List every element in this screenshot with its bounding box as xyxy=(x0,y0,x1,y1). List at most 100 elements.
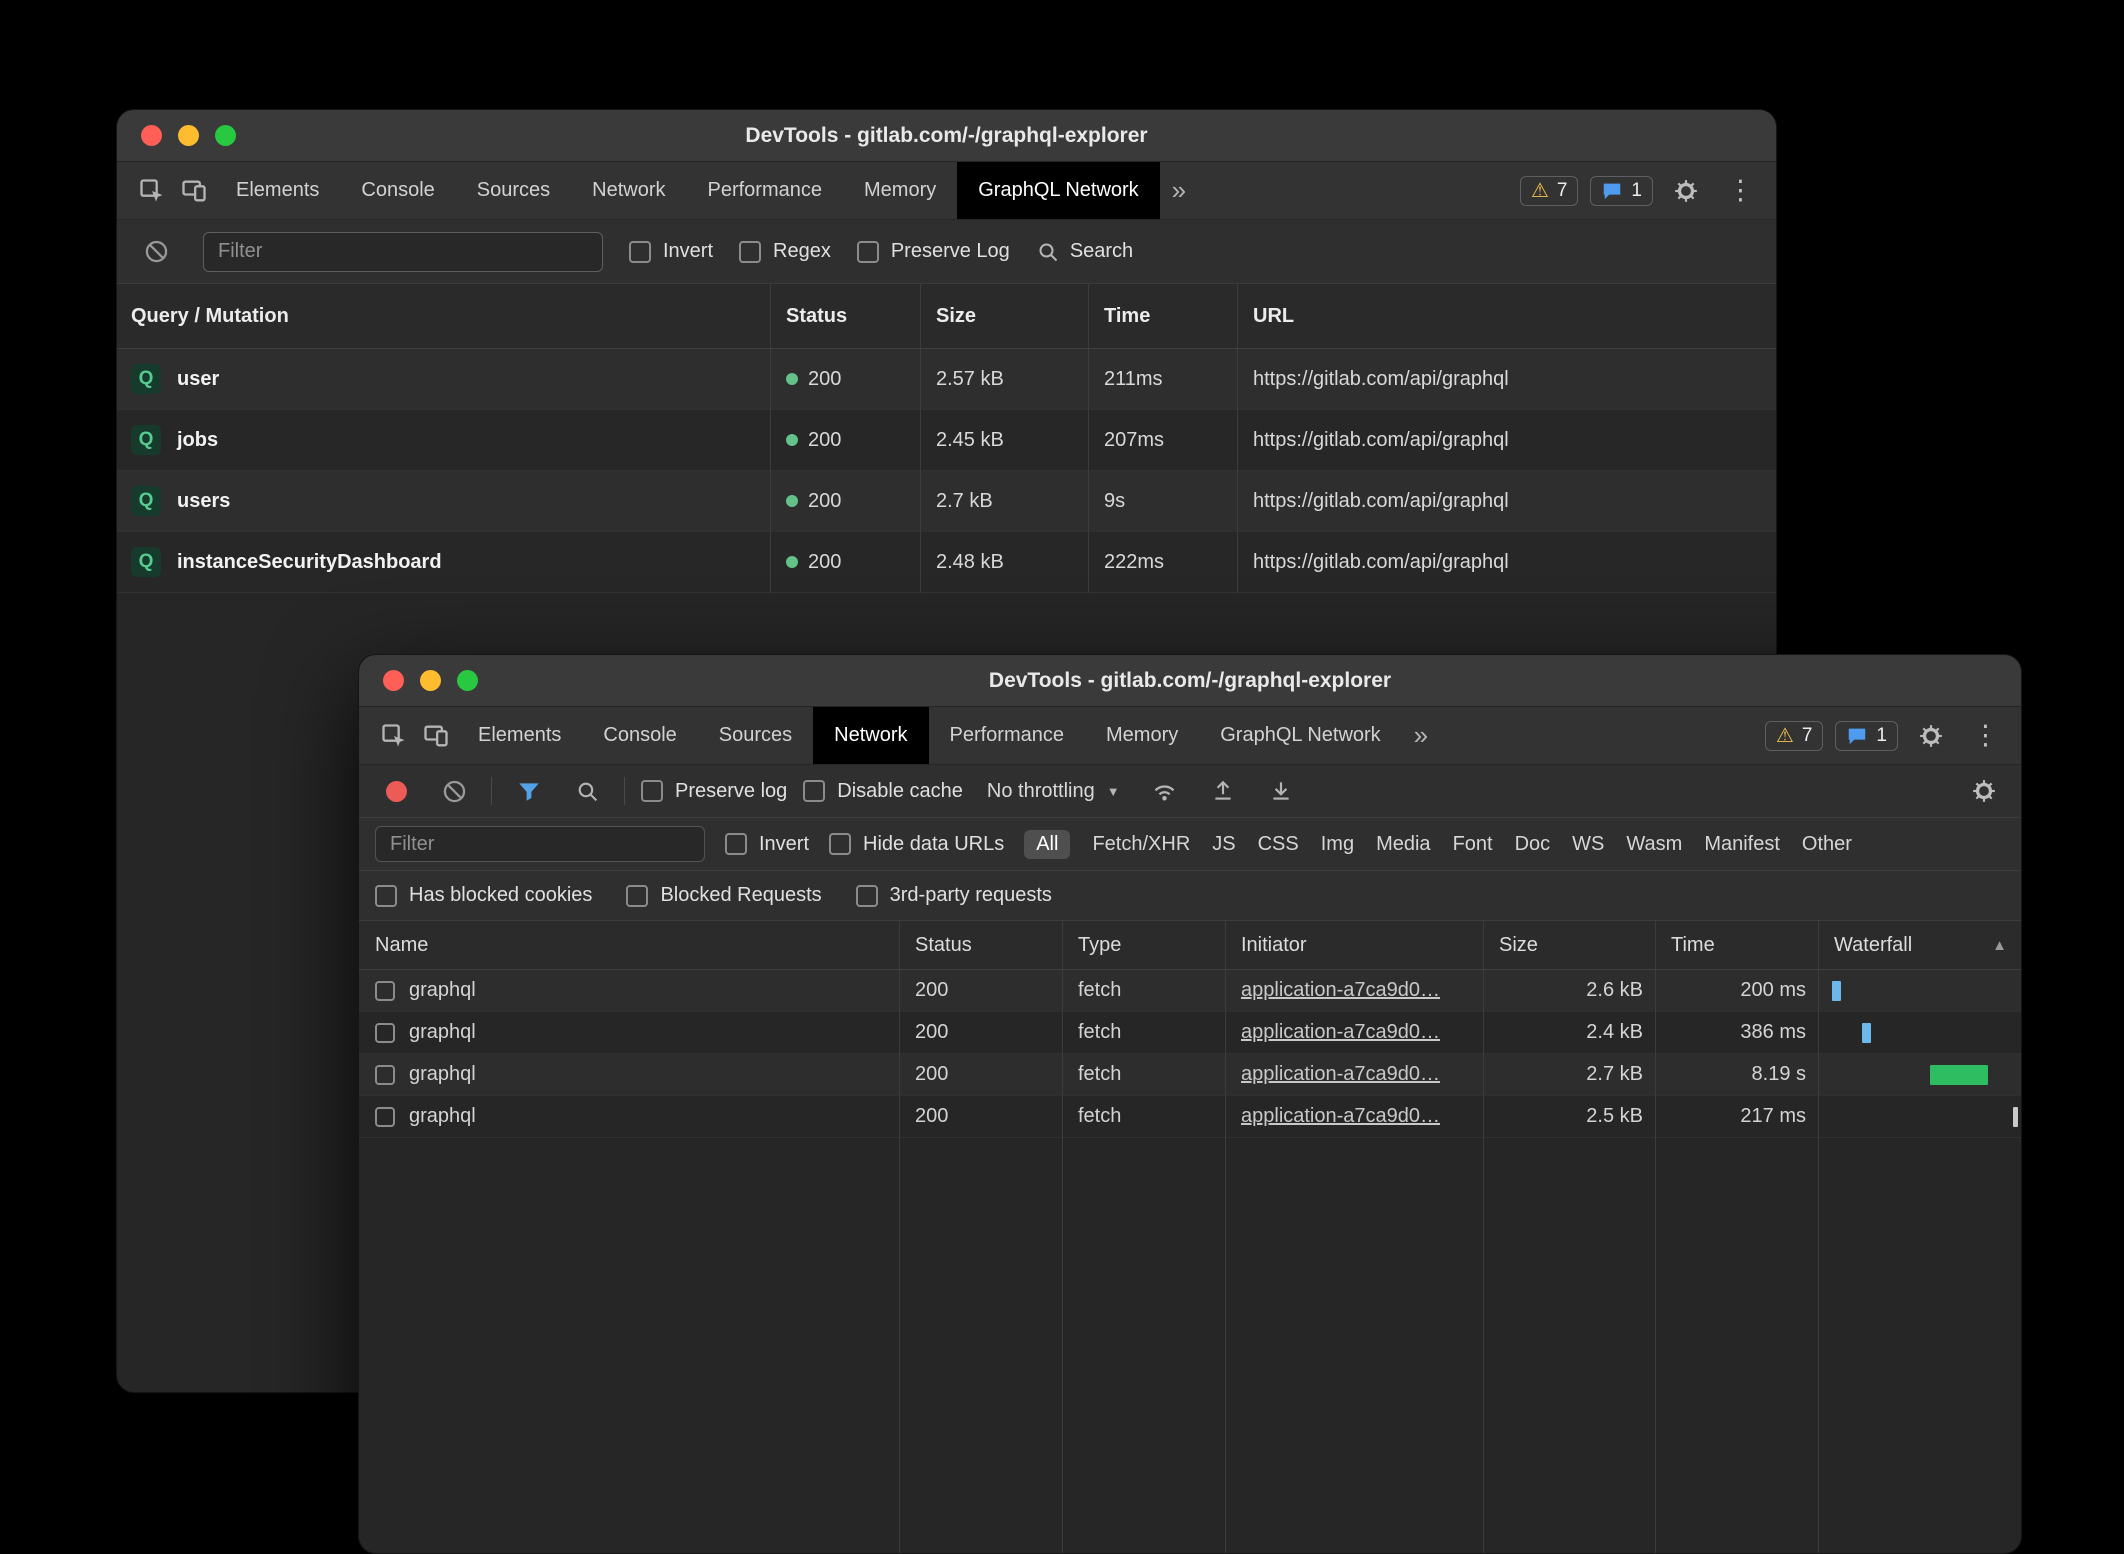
more-tabs-icon[interactable]: » xyxy=(1160,175,1198,206)
table-row[interactable]: graphql 200 fetch application-a7ca9d0… 2… xyxy=(359,1096,2021,1138)
col-time[interactable]: Time xyxy=(1655,934,1818,957)
row-checkbox[interactable] xyxy=(375,1107,395,1127)
title-bar[interactable]: DevTools - gitlab.com/-/graphql-explorer xyxy=(359,655,2021,707)
filter-chip-fetch-xhr[interactable]: Fetch/XHR xyxy=(1092,833,1190,856)
col-name[interactable]: Name xyxy=(359,934,899,957)
tab-performance[interactable]: Performance xyxy=(929,707,1086,764)
hide-data-urls-checkbox[interactable]: Hide data URLs xyxy=(829,833,1004,856)
filter-chip-img[interactable]: Img xyxy=(1321,833,1354,856)
throttling-select[interactable]: No throttling ▼ xyxy=(979,780,1128,803)
col-status[interactable]: Status xyxy=(770,305,920,328)
title-bar[interactable]: DevTools - gitlab.com/-/graphql-explorer xyxy=(117,110,1776,162)
table-row[interactable]: Q users 200 2.7 kB 9s https://gitlab.com… xyxy=(117,471,1776,532)
tab-performance[interactable]: Performance xyxy=(687,162,844,219)
blocked-cookies-checkbox[interactable]: Has blocked cookies xyxy=(375,884,592,907)
device-toolbar-icon[interactable] xyxy=(173,170,215,212)
initiator-link[interactable]: application-a7ca9d0… xyxy=(1241,1105,1440,1127)
filter-input[interactable] xyxy=(203,232,603,272)
invert-checkbox[interactable]: Invert xyxy=(629,240,713,263)
table-row[interactable]: Q jobs 200 2.45 kB 207ms https://gitlab.… xyxy=(117,410,1776,471)
zoom-button[interactable] xyxy=(215,125,236,146)
filter-input[interactable] xyxy=(375,826,705,862)
initiator-link[interactable]: application-a7ca9d0… xyxy=(1241,1021,1440,1043)
table-row[interactable]: graphql 200 fetch application-a7ca9d0… 2… xyxy=(359,1012,2021,1054)
tab-network[interactable]: Network xyxy=(571,162,686,219)
minimize-button[interactable] xyxy=(420,670,441,691)
tab-elements[interactable]: Elements xyxy=(215,162,340,219)
tab-console[interactable]: Console xyxy=(340,162,455,219)
filter-chip-js[interactable]: JS xyxy=(1212,833,1235,856)
tab-memory[interactable]: Memory xyxy=(1085,707,1199,764)
device-toolbar-icon[interactable] xyxy=(415,715,457,757)
row-checkbox[interactable] xyxy=(375,1065,395,1085)
network-conditions-icon[interactable] xyxy=(1144,770,1186,812)
table-row[interactable]: Q user 200 2.57 kB 211ms https://gitlab.… xyxy=(117,349,1776,410)
initiator-link[interactable]: application-a7ca9d0… xyxy=(1241,1063,1440,1085)
minimize-button[interactable] xyxy=(178,125,199,146)
regex-checkbox[interactable]: Regex xyxy=(739,240,831,263)
filter-chip-ws[interactable]: WS xyxy=(1572,833,1604,856)
table-row[interactable]: graphql 200 fetch application-a7ca9d0… 2… xyxy=(359,1054,2021,1096)
tab-sources[interactable]: Sources xyxy=(456,162,571,219)
filter-chip-other[interactable]: Other xyxy=(1802,833,1852,856)
blocked-requests-checkbox[interactable]: Blocked Requests xyxy=(626,884,821,907)
col-url[interactable]: URL xyxy=(1237,305,1776,328)
search-toggle[interactable]: Search xyxy=(1036,240,1133,264)
filter-funnel-icon[interactable] xyxy=(508,770,550,812)
preserve-log-checkbox[interactable]: Preserve log xyxy=(641,780,787,803)
third-party-requests-checkbox[interactable]: 3rd-party requests xyxy=(856,884,1052,907)
filter-chip-wasm[interactable]: Wasm xyxy=(1626,833,1682,856)
zoom-button[interactable] xyxy=(457,670,478,691)
tab-memory[interactable]: Memory xyxy=(843,162,957,219)
import-har-icon[interactable] xyxy=(1202,770,1244,812)
col-status[interactable]: Status xyxy=(899,934,1062,957)
more-tabs-icon[interactable]: » xyxy=(1402,720,1440,751)
issues-badge[interactable]: 1 xyxy=(1835,721,1898,751)
col-time[interactable]: Time xyxy=(1088,305,1237,328)
filter-chip-doc[interactable]: Doc xyxy=(1515,833,1551,856)
filter-chip-all[interactable]: All xyxy=(1024,830,1070,859)
col-size[interactable]: Size xyxy=(920,305,1088,328)
preserve-log-checkbox[interactable]: Preserve Log xyxy=(857,240,1010,263)
inspect-icon[interactable] xyxy=(131,170,173,212)
disable-cache-checkbox[interactable]: Disable cache xyxy=(803,780,963,803)
record-button[interactable] xyxy=(375,770,417,812)
kebab-menu-icon[interactable]: ⋮ xyxy=(1719,175,1762,206)
network-settings-gear-icon[interactable] xyxy=(1963,770,2005,812)
col-query-mutation[interactable]: Query / Mutation xyxy=(117,305,770,328)
tab-network[interactable]: Network xyxy=(813,707,928,764)
search-icon[interactable] xyxy=(566,770,608,812)
issues-badge[interactable]: 1 xyxy=(1590,176,1653,206)
clear-icon[interactable] xyxy=(433,770,475,812)
col-waterfall[interactable]: Waterfall ▲ xyxy=(1818,921,2021,969)
tab-elements[interactable]: Elements xyxy=(457,707,582,764)
row-checkbox[interactable] xyxy=(375,981,395,1001)
tab-console[interactable]: Console xyxy=(582,707,697,764)
close-button[interactable] xyxy=(383,670,404,691)
settings-gear-icon[interactable] xyxy=(1910,715,1952,757)
tab-graphql-network[interactable]: GraphQL Network xyxy=(1199,707,1401,764)
warnings-badge[interactable]: ⚠ 7 xyxy=(1520,176,1579,206)
filter-chip-css[interactable]: CSS xyxy=(1258,833,1299,856)
table-row[interactable]: graphql 200 fetch application-a7ca9d0… 2… xyxy=(359,970,2021,1012)
row-checkbox[interactable] xyxy=(375,1023,395,1043)
col-type[interactable]: Type xyxy=(1062,934,1225,957)
kebab-menu-icon[interactable]: ⋮ xyxy=(1964,720,2007,751)
filter-chip-manifest[interactable]: Manifest xyxy=(1704,833,1780,856)
tab-sources[interactable]: Sources xyxy=(698,707,813,764)
filter-chip-font[interactable]: Font xyxy=(1453,833,1493,856)
clear-icon[interactable] xyxy=(135,231,177,273)
tab-graphql-network[interactable]: GraphQL Network xyxy=(957,162,1159,219)
export-har-icon[interactable] xyxy=(1260,770,1302,812)
table-row[interactable]: Q instanceSecurityDashboard 200 2.48 kB … xyxy=(117,532,1776,593)
waterfall-label: Waterfall xyxy=(1834,934,1912,957)
initiator-link[interactable]: application-a7ca9d0… xyxy=(1241,979,1440,1001)
warnings-badge[interactable]: ⚠ 7 xyxy=(1765,721,1824,751)
inspect-icon[interactable] xyxy=(373,715,415,757)
settings-gear-icon[interactable] xyxy=(1665,170,1707,212)
col-size[interactable]: Size xyxy=(1483,934,1655,957)
col-initiator[interactable]: Initiator xyxy=(1225,934,1483,957)
invert-checkbox[interactable]: Invert xyxy=(725,833,809,856)
filter-chip-media[interactable]: Media xyxy=(1376,833,1430,856)
close-button[interactable] xyxy=(141,125,162,146)
